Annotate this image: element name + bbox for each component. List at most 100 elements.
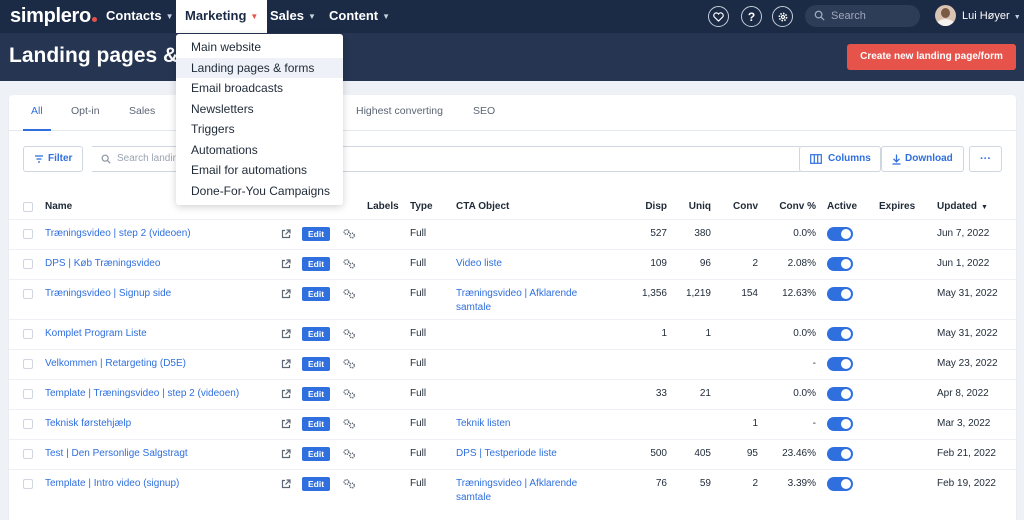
row-name-link[interactable]: Template | Træningsvideo | step 2 (video… [45, 388, 239, 399]
column-header-conv-percent[interactable]: Conv % [766, 201, 816, 212]
heart-button[interactable] [708, 6, 729, 27]
active-toggle[interactable] [827, 257, 853, 271]
active-toggle[interactable] [827, 387, 853, 401]
tab-all[interactable]: All [23, 95, 51, 131]
row-cta-link[interactable]: Video liste [456, 258, 502, 269]
table-row[interactable]: Template | Træningsvideo | step 2 (video… [9, 379, 1016, 409]
nav-sales[interactable]: Sales ▼ [270, 0, 316, 33]
columns-button[interactable]: Columns [799, 146, 881, 172]
row-checkbox[interactable] [23, 259, 33, 269]
row-checkbox[interactable] [23, 329, 33, 339]
select-all-checkbox[interactable] [23, 202, 33, 212]
row-checkbox[interactable] [23, 229, 33, 239]
external-link-icon[interactable] [281, 479, 291, 489]
row-cta-link[interactable]: Træningsvideo | Afklarende [456, 288, 577, 299]
edit-button[interactable]: Edit [302, 327, 330, 341]
settings-gears-icon[interactable] [342, 478, 356, 489]
settings-gears-icon[interactable] [342, 448, 356, 459]
table-row[interactable]: Træningsvideo | Signup side Edit Full Træni… [9, 279, 1016, 319]
filter-button[interactable]: Filter [23, 146, 83, 172]
row-checkbox[interactable] [23, 479, 33, 489]
external-link-icon[interactable] [281, 389, 291, 399]
tab-highest-converting[interactable]: Highest converting [356, 95, 443, 131]
row-cta-link[interactable]: DPS | Testperiode liste [456, 448, 557, 459]
row-name-link[interactable]: Test | Den Personlige Salgstragt [45, 448, 188, 459]
edit-button[interactable]: Edit [302, 447, 330, 461]
menu-item-landing-pages-forms[interactable]: Landing pages & forms [176, 57, 343, 78]
table-row[interactable]: Test | Den Personlige Salgstragt Edit Full… [9, 439, 1016, 469]
active-toggle[interactable] [827, 227, 853, 241]
active-toggle[interactable] [827, 417, 853, 431]
row-name-link[interactable]: Teknisk førstehjælp [45, 418, 131, 429]
settings-gears-icon[interactable] [342, 228, 356, 239]
more-options-button[interactable]: ··· [969, 146, 1002, 172]
table-row[interactable]: DPS | Køb Træningsvideo Edit Full Video lis… [9, 249, 1016, 279]
edit-button[interactable]: Edit [302, 227, 330, 241]
external-link-icon[interactable] [281, 289, 291, 299]
row-checkbox[interactable] [23, 359, 33, 369]
download-button[interactable]: Download [881, 146, 964, 172]
external-link-icon[interactable] [281, 419, 291, 429]
row-cta-link[interactable]: Træningsvideo | Afklarende [456, 478, 577, 489]
menu-item-email-broadcasts[interactable]: Email broadcasts [176, 78, 343, 98]
menu-item-automations[interactable]: Automations [176, 140, 343, 160]
create-landing-page-button[interactable]: Create new landing page/form [847, 44, 1016, 70]
active-toggle[interactable] [827, 447, 853, 461]
table-row[interactable]: Teknisk førstehjælp Edit Full Teknik listen… [9, 409, 1016, 439]
settings-button[interactable] [772, 6, 793, 27]
settings-gears-icon[interactable] [342, 328, 356, 339]
row-name-link[interactable]: Velkommen | Retargeting (D5E) [45, 358, 186, 369]
settings-gears-icon[interactable] [342, 388, 356, 399]
tab-seo[interactable]: SEO [473, 95, 495, 131]
menu-item-done-for-you-campaigns[interactable]: Done-For-You Campaigns [176, 181, 343, 201]
row-cta-link-line2[interactable]: samtale [456, 492, 491, 503]
column-header-active[interactable]: Active [827, 201, 857, 212]
column-header-expires[interactable]: Expires [879, 201, 915, 212]
edit-button[interactable]: Edit [302, 357, 330, 371]
column-header-cta[interactable]: CTA Object [456, 201, 509, 212]
column-header-type[interactable]: Type [410, 201, 433, 212]
tab-sales[interactable]: Sales [129, 95, 155, 131]
external-link-icon[interactable] [281, 259, 291, 269]
row-checkbox[interactable] [23, 449, 33, 459]
nav-content[interactable]: Content ▼ [329, 0, 390, 33]
menu-item-main-website[interactable]: Main website [176, 37, 343, 57]
row-checkbox[interactable] [23, 419, 33, 429]
table-row[interactable]: Komplet Program Liste Edit Full 1 1 0.0% May 3… [9, 319, 1016, 349]
column-header-labels[interactable]: Labels [367, 201, 399, 212]
simplero-logo[interactable]: simplero [10, 5, 97, 28]
row-checkbox[interactable] [23, 289, 33, 299]
external-link-icon[interactable] [281, 359, 291, 369]
edit-button[interactable]: Edit [302, 257, 330, 271]
column-header-uniq[interactable]: Uniq [671, 201, 711, 212]
nav-marketing[interactable]: Marketing ▼ [176, 0, 268, 33]
row-cta-link[interactable]: Teknik listen [456, 418, 510, 429]
table-row[interactable]: Velkommen | Retargeting (D5E) Edit Full - Ma… [9, 349, 1016, 379]
settings-gears-icon[interactable] [342, 258, 356, 269]
menu-item-newsletters[interactable]: Newsletters [176, 99, 343, 119]
global-search-input[interactable]: Search [805, 5, 920, 27]
help-button[interactable]: ? [741, 6, 762, 27]
tab-opt-in[interactable]: Opt-in [71, 95, 100, 131]
menu-item-triggers[interactable]: Triggers [176, 119, 343, 139]
row-name-link[interactable]: Template | Intro video (signup) [45, 478, 179, 489]
settings-gears-icon[interactable] [342, 288, 356, 299]
column-header-name[interactable]: Name [45, 201, 72, 212]
settings-gears-icon[interactable] [342, 358, 356, 369]
row-name-link[interactable]: DPS | Køb Træningsvideo [45, 258, 160, 269]
menu-item-email-for-automations[interactable]: Email for automations [176, 160, 343, 180]
external-link-icon[interactable] [281, 449, 291, 459]
row-name-link[interactable]: Træningsvideo | step 2 (videoen) [45, 228, 191, 239]
table-row[interactable]: Træningsvideo | step 2 (videoen) Edit Full… [9, 219, 1016, 249]
edit-button[interactable]: Edit [302, 477, 330, 491]
table-row[interactable]: Template | Intro video (signup) Edit Full T… [9, 469, 1016, 509]
row-checkbox[interactable] [23, 389, 33, 399]
active-toggle[interactable] [827, 477, 853, 491]
row-cta-link-line2[interactable]: samtale [456, 302, 491, 313]
external-link-icon[interactable] [281, 229, 291, 239]
edit-button[interactable]: Edit [302, 387, 330, 401]
avatar[interactable] [935, 5, 956, 26]
row-name-link[interactable]: Komplet Program Liste [45, 328, 147, 339]
edit-button[interactable]: Edit [302, 287, 330, 301]
active-toggle[interactable] [827, 357, 853, 371]
